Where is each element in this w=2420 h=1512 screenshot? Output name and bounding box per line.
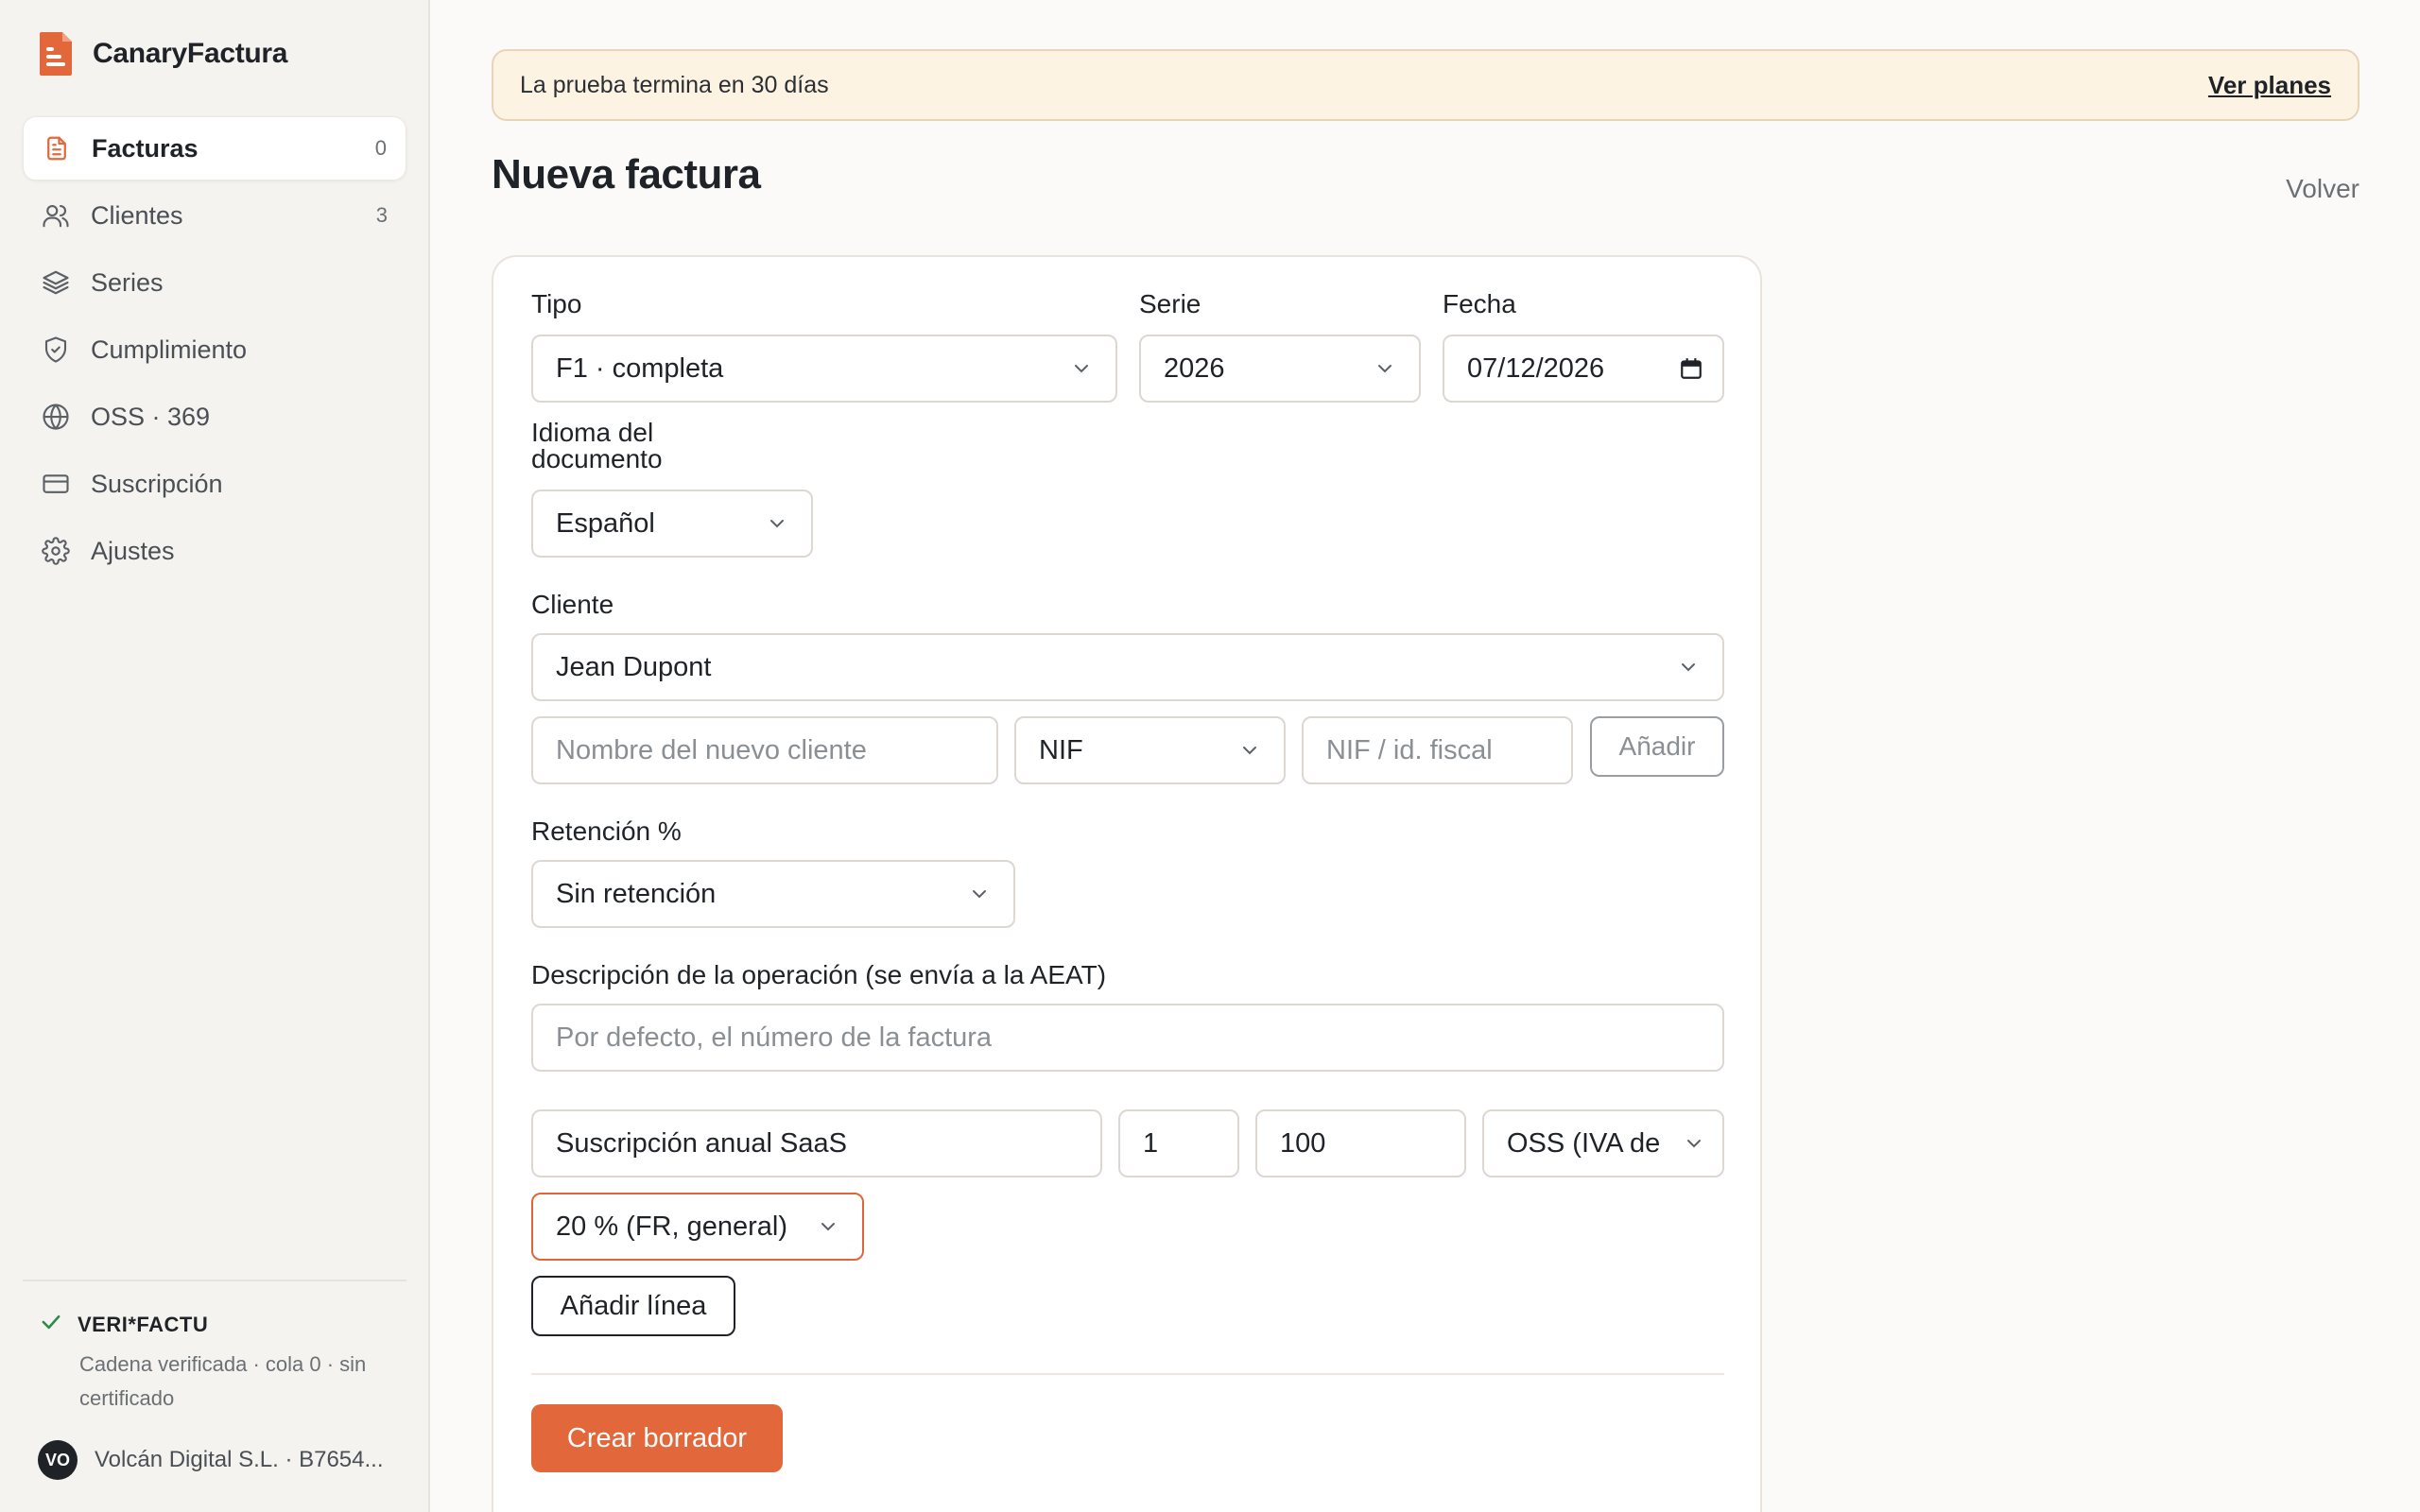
descripcion-placeholder: Por defecto, el número de la factura	[556, 1022, 993, 1053]
cliente-label: Cliente	[531, 590, 614, 619]
verifactu-title: VERI*FACTU	[78, 1312, 209, 1336]
calendar-icon[interactable]	[1679, 356, 1703, 381]
sidebar-nav: Facturas 0 Clientes 3 Series Cumplimient…	[23, 116, 406, 586]
page-title: Nueva factura	[492, 151, 761, 198]
chevron-down-icon	[770, 520, 784, 528]
sidebar-item-clientes[interactable]: Clientes 3	[23, 183, 406, 248]
id-type-value: NIF	[1039, 734, 1083, 765]
retencion-value: Sin retención	[556, 878, 717, 909]
serie-value: 2026	[1164, 352, 1225, 384]
idioma-label: Idioma del documento	[531, 418, 663, 473]
create-draft-button[interactable]: Crear borrador	[531, 1404, 783, 1472]
sidebar-item-series[interactable]: Series	[23, 250, 406, 315]
line-quantity-input[interactable]: 1	[1118, 1109, 1239, 1177]
cliente-select[interactable]: Jean Dupont	[531, 633, 1724, 701]
fecha-input[interactable]: 07/12/2026	[1443, 335, 1724, 403]
users-icon	[40, 199, 72, 232]
verifactu-status: VERI*FACTU Cadena verificada · cola 0 · …	[38, 1309, 397, 1416]
chevron-down-icon	[1075, 365, 1088, 373]
sidebar-item-label: Series	[91, 267, 164, 297]
add-client-button[interactable]: Añadir	[1590, 716, 1724, 777]
check-icon	[38, 1309, 64, 1340]
trial-banner: La prueba termina en 30 días Ver planes	[492, 49, 2360, 121]
tipo-label: Tipo	[531, 289, 582, 318]
sidebar-item-label: Cumplimiento	[91, 335, 248, 364]
retencion-select[interactable]: Sin retención	[531, 860, 1015, 928]
layers-icon	[40, 266, 72, 299]
trial-banner-text: La prueba termina en 30 días	[520, 71, 829, 98]
sidebar-item-label: Suscripción	[91, 469, 223, 498]
globe-icon	[40, 401, 72, 433]
descripcion-label: Descripción de la operación (se envía a …	[531, 960, 1107, 989]
add-line-button[interactable]: Añadir línea	[531, 1276, 735, 1336]
brand-name: CanaryFactura	[93, 38, 288, 69]
tipo-value: F1 · completa	[556, 352, 724, 384]
new-client-name-input[interactable]: Nombre del nuevo cliente	[531, 716, 998, 784]
account-switcher[interactable]: VO Volcán Digital S.L. · B7654...	[38, 1440, 384, 1480]
sidebar-item-label: Clientes	[91, 200, 183, 230]
serie-select[interactable]: 2026	[1139, 335, 1421, 403]
serie-label: Serie	[1139, 289, 1201, 318]
sidebar-item-ajustes[interactable]: Ajustes	[23, 519, 406, 583]
view-plans-link[interactable]: Ver planes	[2208, 71, 2331, 100]
chevron-down-icon	[1682, 663, 1695, 672]
avatar: VO	[38, 1440, 78, 1480]
sidebar-item-count: 3	[375, 203, 388, 227]
tipo-select[interactable]: F1 · completa	[531, 335, 1117, 403]
chevron-down-icon	[1243, 747, 1256, 755]
line-regime-select[interactable]: OSS (IVA de	[1482, 1109, 1724, 1177]
fecha-value: 07/12/2026	[1467, 352, 1605, 384]
form-divider	[531, 1373, 1724, 1375]
sidebar-item-count: 0	[374, 136, 387, 160]
shield-check-icon	[40, 334, 72, 366]
sidebar-item-oss[interactable]: OSS · 369	[23, 385, 406, 449]
credit-card-icon	[40, 468, 72, 500]
descripcion-input[interactable]: Por defecto, el número de la factura	[531, 1004, 1724, 1072]
retencion-label: Retención %	[531, 816, 682, 846]
id-type-select[interactable]: NIF	[1014, 716, 1286, 784]
line-vat-rate-value: 20 % (FR, general)	[556, 1211, 787, 1242]
invoice-form-card: Tipo F1 · completa Serie 2026 Fecha 07/1…	[492, 255, 1762, 1512]
line-vat-rate-select[interactable]: 20 % (FR, general)	[531, 1193, 864, 1261]
line-price-input[interactable]: 100	[1255, 1109, 1466, 1177]
line-quantity-value: 1	[1143, 1127, 1159, 1159]
idioma-select[interactable]: Español	[531, 490, 813, 558]
sidebar-item-suscripcion[interactable]: Suscripción	[23, 452, 406, 516]
sidebar-item-facturas[interactable]: Facturas 0	[23, 116, 406, 180]
chevron-down-icon	[1378, 365, 1392, 373]
line-price-value: 100	[1280, 1127, 1326, 1159]
idioma-value: Español	[556, 507, 655, 539]
gear-icon	[40, 535, 72, 567]
tax-id-placeholder: NIF / id. fiscal	[1326, 734, 1493, 765]
verifactu-subtitle: Cadena verificada · cola 0 · sin certifi…	[79, 1352, 367, 1410]
back-link[interactable]: Volver	[2286, 174, 2360, 204]
tax-id-input[interactable]: NIF / id. fiscal	[1302, 716, 1573, 784]
brand[interactable]: CanaryFactura	[36, 30, 288, 77]
new-client-name-placeholder: Nombre del nuevo cliente	[556, 734, 867, 765]
file-text-icon	[41, 132, 73, 164]
line-concept-input[interactable]: Suscripción anual SaaS	[531, 1109, 1102, 1177]
sidebar-divider	[23, 1280, 406, 1281]
sidebar-item-cumplimiento[interactable]: Cumplimiento	[23, 318, 406, 382]
logo-icon	[40, 32, 72, 76]
line-regime-value: OSS (IVA de	[1507, 1127, 1661, 1159]
sidebar-item-label: OSS · 369	[91, 402, 211, 431]
chevron-down-icon	[821, 1223, 835, 1231]
chevron-down-icon	[973, 890, 986, 899]
line-concept-value: Suscripción anual SaaS	[556, 1127, 847, 1159]
sidebar-item-label: Facturas	[92, 133, 199, 163]
sidebar-item-label: Ajustes	[91, 536, 175, 565]
fecha-label: Fecha	[1443, 289, 1516, 318]
account-name: Volcán Digital S.L. · B7654...	[95, 1447, 384, 1472]
sidebar: CanaryFactura Facturas 0 Clientes 3 Seri…	[0, 0, 430, 1512]
chevron-down-icon	[1687, 1140, 1701, 1148]
cliente-value: Jean Dupont	[556, 651, 712, 682]
